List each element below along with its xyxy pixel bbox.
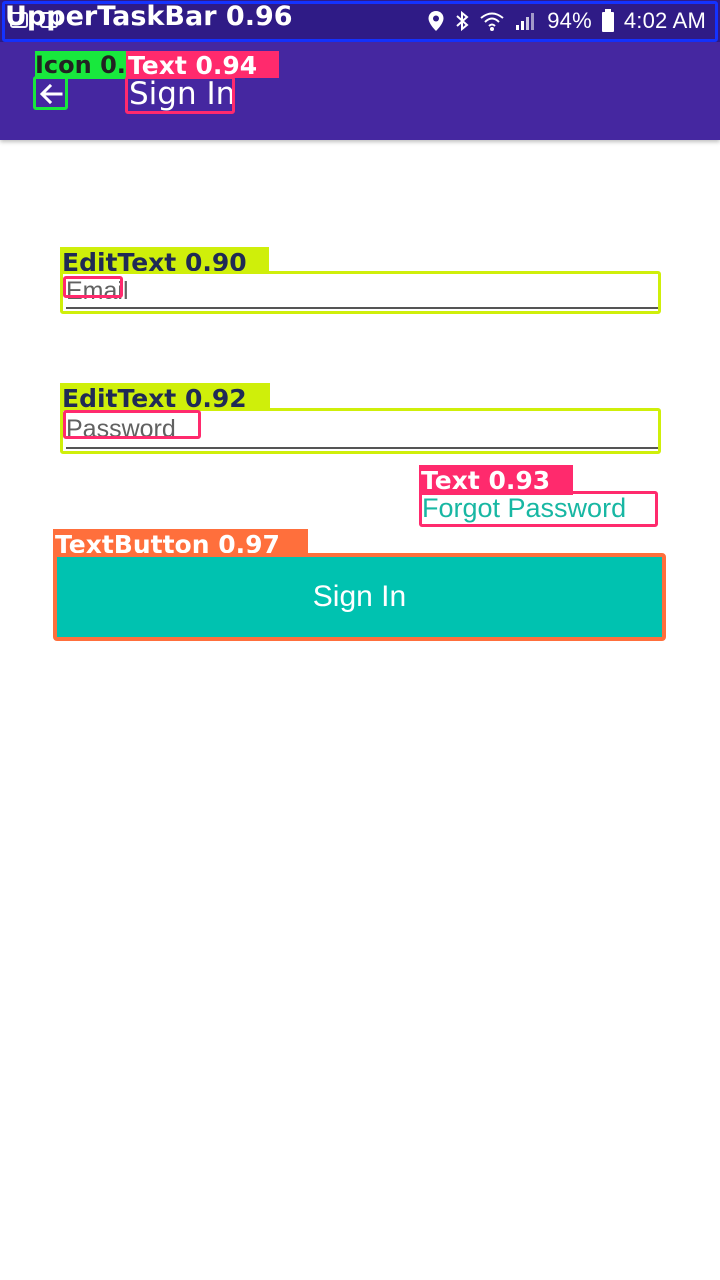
app-bar: Sign In (0, 42, 720, 140)
sign-in-button[interactable]: Sign In (53, 553, 666, 641)
arrow-left-icon (39, 83, 62, 105)
battery-percent: 94% (547, 8, 592, 33)
signal-icon (516, 13, 535, 30)
wifi-icon (480, 12, 504, 31)
forgot-password-link[interactable]: Forgot Password (419, 491, 658, 527)
notification-icon (40, 12, 58, 28)
notification-icons (10, 12, 58, 28)
password-field[interactable] (60, 408, 661, 454)
page-title: Sign In (129, 76, 236, 112)
bluetooth-icon (456, 10, 469, 32)
location-icon (428, 11, 444, 31)
status-icons: 94% 4:02 AM (427, 8, 706, 34)
email-field[interactable] (60, 271, 661, 314)
notification-icon (10, 12, 28, 28)
back-button[interactable] (34, 77, 67, 111)
email-input[interactable] (66, 275, 658, 309)
password-input[interactable] (66, 412, 658, 449)
battery-icon (601, 9, 614, 32)
clock: 4:02 AM (623, 8, 706, 33)
status-bar: 94% 4:02 AM (0, 0, 720, 42)
